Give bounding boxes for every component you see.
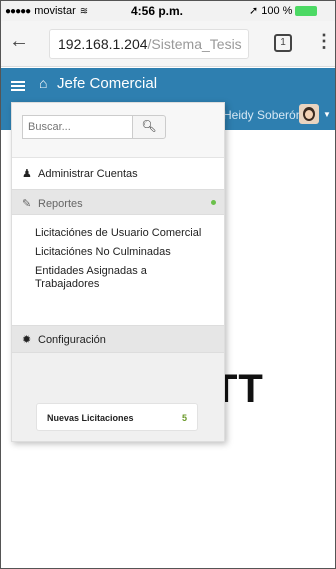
- url-bar[interactable]: 192.168.1.204/Sistema_Tesis: [49, 29, 249, 59]
- wifi-icon: ≋: [79, 5, 89, 17]
- hamburger-menu-icon[interactable]: [11, 81, 25, 91]
- search-area: 🔍︎: [12, 103, 224, 158]
- search-input[interactable]: [22, 115, 132, 139]
- gear-icon: ✹: [22, 334, 32, 346]
- app-title[interactable]: Jefe Comercial: [57, 75, 157, 92]
- menu-item-config[interactable]: ✹ Configuración: [12, 325, 224, 353]
- carrier-label: movistar: [34, 5, 76, 17]
- report-icon: ✎: [22, 198, 32, 210]
- menu-item-config-label: Configuración: [38, 334, 106, 346]
- caret-down-icon[interactable]: ▼: [323, 110, 331, 119]
- active-indicator: [211, 200, 216, 205]
- location-arrow-icon: ➚: [249, 5, 259, 17]
- home-icon[interactable]: ⌂: [39, 75, 47, 91]
- status-left: ●●●●● movistar ≋: [5, 5, 88, 17]
- menu-item-admin-label: Administrar Cuentas: [38, 168, 138, 180]
- user-name[interactable]: Heidy Soberón: [223, 108, 302, 122]
- url-host: 192.168.1.204: [58, 36, 148, 52]
- screen-frame: ●●●●● movistar ≋ 4:56 p.m. ➚ 100 % ← 192…: [0, 0, 336, 569]
- submenu-item[interactable]: Entidades Asignadas a Trabajadores: [35, 265, 214, 291]
- reportes-submenu: Licitaciónes de Usuario Comercial Licita…: [12, 223, 224, 297]
- browser-toolbar: ← 192.168.1.204/Sistema_Tesis 1 ⋮: [1, 21, 335, 67]
- signal-dots-icon: ●●●●●: [5, 5, 31, 17]
- menu-item-reportes[interactable]: ✎ Reportes: [12, 189, 224, 215]
- news-count-badge: 5: [181, 413, 187, 423]
- back-arrow-icon[interactable]: ←: [9, 30, 29, 53]
- user-icon: ♟: [22, 168, 32, 180]
- menu-item-reportes-label: Reportes: [38, 198, 83, 210]
- avatar[interactable]: [299, 104, 319, 124]
- tab-switcher-button[interactable]: 1: [274, 34, 292, 52]
- status-right: ➚ 100 %: [249, 4, 318, 17]
- app-navbar: ⌂ Jefe Comercial: [1, 68, 335, 102]
- submenu-item[interactable]: Licitaciónes No Culminadas: [35, 246, 214, 259]
- news-widget[interactable]: Nuevas Licitaciones 5: [36, 403, 198, 431]
- side-menu: 🔍︎ ♟ Administrar Cuentas ✎ Reportes Licita…: [11, 102, 225, 442]
- battery-icon: [295, 5, 318, 16]
- status-time: 4:56 p.m.: [131, 4, 184, 18]
- search-button[interactable]: 🔍︎: [132, 115, 166, 139]
- url-path: /Sistema_Tesis: [147, 36, 242, 52]
- battery-label: 100 %: [261, 4, 293, 17]
- submenu-item[interactable]: Licitaciónes de Usuario Comercial: [35, 227, 214, 240]
- status-bar: ●●●●● movistar ≋ 4:56 p.m. ➚ 100 %: [1, 1, 335, 21]
- search-icon: 🔍︎: [141, 119, 157, 133]
- news-label: Nuevas Licitaciones: [47, 413, 134, 423]
- kebab-menu-icon[interactable]: ⋮: [315, 31, 333, 52]
- menu-item-admin[interactable]: ♟ Administrar Cuentas: [12, 163, 224, 185]
